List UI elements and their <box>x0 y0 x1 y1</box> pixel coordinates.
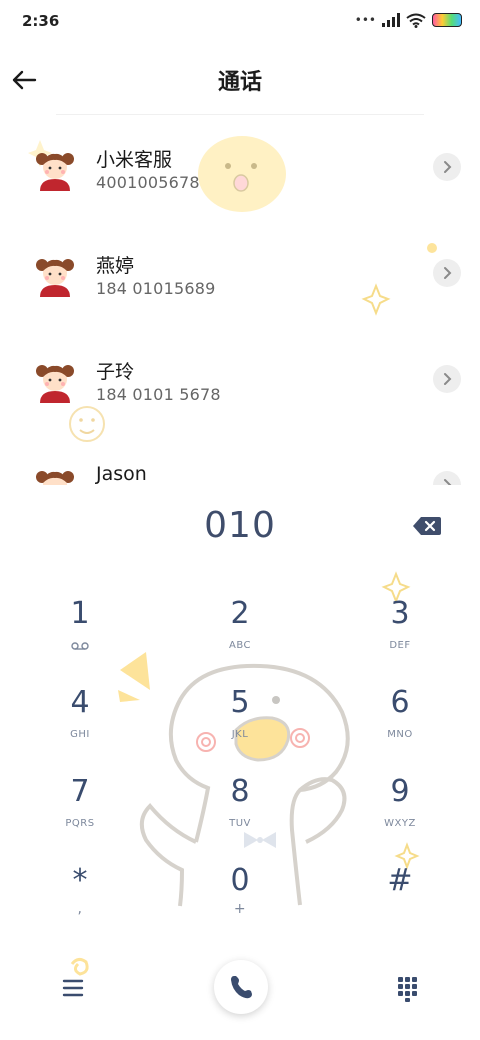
key-9[interactable]: 9 WXYZ <box>340 768 460 848</box>
avatar <box>36 471 74 485</box>
avatar <box>36 259 74 297</box>
key-digit: 5 <box>230 685 250 720</box>
key-digit: 1 <box>70 596 90 631</box>
battery-icon <box>432 13 462 27</box>
key-digit: 6 <box>390 685 410 720</box>
bottom-bar <box>0 950 480 1030</box>
key-digit: 8 <box>230 774 250 809</box>
contact-row[interactable]: 子玲 184 0101 5678 <box>0 327 480 433</box>
key-digit: 2 <box>230 596 250 631</box>
key-letters: JKL <box>231 729 249 740</box>
contact-detail-button[interactable] <box>433 259 461 287</box>
key-letters: PQRS <box>65 818 95 829</box>
contact-detail-button[interactable] <box>433 365 461 393</box>
page-title: 通话 <box>217 70 262 95</box>
key-letters: TUV <box>229 818 251 829</box>
key-2[interactable]: 2 ABC <box>180 590 300 670</box>
key-digit: 4 <box>70 685 90 720</box>
contact-detail-button[interactable] <box>433 153 461 181</box>
voicemail-icon <box>71 642 89 650</box>
call-button[interactable] <box>214 960 268 1014</box>
chevron-right-icon <box>444 161 452 173</box>
key-letters: GHI <box>70 729 90 740</box>
backspace-icon[interactable] <box>412 514 442 538</box>
contact-row[interactable]: 燕婷 184 01015689 <box>0 221 480 327</box>
contact-row[interactable]: 小米客服 4001005678 <box>0 115 480 221</box>
key-digit: 9 <box>390 774 410 809</box>
contact-name: 小米客服 <box>96 149 173 171</box>
phone-icon <box>231 976 252 999</box>
signal-dots: ••• <box>354 13 376 27</box>
key-5[interactable]: 5 JKL <box>180 679 300 759</box>
chevron-right-icon <box>444 479 452 485</box>
chevron-right-icon <box>444 373 452 385</box>
key-digit: 0 <box>230 863 250 898</box>
status-time: 2:36 <box>22 12 60 30</box>
key-hash[interactable]: # <box>340 857 460 937</box>
contact-number: 184 01015689 <box>96 279 216 298</box>
key-digit: 7 <box>70 774 90 809</box>
key-7[interactable]: 7 PQRS <box>20 768 140 848</box>
avatar <box>36 365 74 403</box>
status-bar: 2:36 ••• <box>0 0 480 42</box>
hamburger-menu-icon[interactable] <box>58 972 90 1004</box>
contact-name: 燕婷 <box>96 255 135 277</box>
key-letters: WXYZ <box>384 818 416 829</box>
contact-list: 小米客服 4001005678 燕婷 184 01015689 子玲 184 0… <box>0 115 480 485</box>
key-star[interactable]: * , <box>20 857 140 937</box>
key-8[interactable]: 8 TUV <box>180 768 300 848</box>
dial-number-display[interactable]: 010 <box>0 505 480 555</box>
key-letters: MNO <box>387 729 413 740</box>
avatar <box>36 153 74 191</box>
chevron-right-icon <box>444 267 452 279</box>
contact-number: 4001005678 <box>96 173 200 192</box>
dialpad-icon[interactable] <box>392 972 424 1004</box>
key-0[interactable]: 0 + <box>180 857 300 937</box>
key-letters: DEF <box>389 640 411 651</box>
key-digit: # <box>387 863 413 898</box>
key-1[interactable]: 1 <box>20 590 140 670</box>
dialpad: 1 2 ABC 3 DEF 4 GHI 5 JKL 6 MNO 7 PQRS 8… <box>0 590 480 930</box>
contact-row[interactable]: Jason <box>0 433 480 485</box>
key-4[interactable]: 4 GHI <box>20 679 140 759</box>
key-letters: , <box>77 901 83 917</box>
contact-name: 子玲 <box>96 361 135 383</box>
contact-number: 184 0101 5678 <box>96 385 221 404</box>
header: 通话 <box>0 50 480 110</box>
key-letters: ABC <box>228 640 251 651</box>
wifi-icon <box>406 13 426 28</box>
contact-name: Jason <box>96 463 147 485</box>
cellular-signal-icon <box>382 13 400 27</box>
key-3[interactable]: 3 DEF <box>340 590 460 670</box>
key-letters: + <box>233 901 247 917</box>
key-6[interactable]: 6 MNO <box>340 679 460 759</box>
contact-detail-button[interactable] <box>433 471 461 485</box>
key-digit: 3 <box>390 596 410 631</box>
status-icons: ••• <box>355 10 462 30</box>
key-digit: * <box>72 863 88 898</box>
